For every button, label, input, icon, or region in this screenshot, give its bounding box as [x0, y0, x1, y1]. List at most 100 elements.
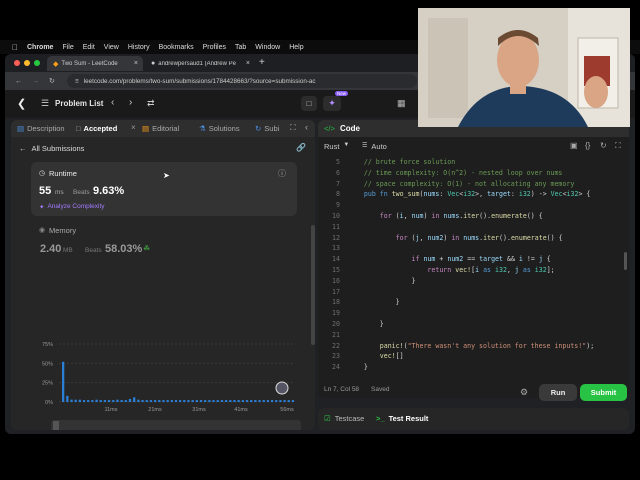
- chart-bar[interactable]: [170, 400, 173, 402]
- chart-bar[interactable]: [204, 400, 207, 402]
- browser-tab-github[interactable]: ● andrewpersaud1 (Andrew Pe ×: [145, 56, 255, 71]
- chart-bar[interactable]: [229, 400, 232, 402]
- close-tab-icon[interactable]: ×: [246, 60, 250, 67]
- close-tab-icon[interactable]: ×: [134, 60, 138, 67]
- reload-icon[interactable]: ↻: [49, 77, 55, 85]
- menu-window[interactable]: Window: [255, 44, 280, 51]
- tab-editorial[interactable]: ▤ Editorial: [142, 124, 179, 133]
- menu-history[interactable]: History: [128, 44, 150, 51]
- chart-bar[interactable]: [103, 400, 107, 402]
- code-line[interactable]: 7 // space complexity: O(1) - not alloca…: [318, 180, 623, 191]
- code-line[interactable]: 8 pub fn two_sum(nums: Vec<i32>, target:…: [318, 190, 623, 201]
- code-line[interactable]: 11: [318, 223, 623, 234]
- tab-description[interactable]: ▤ Description: [17, 124, 65, 133]
- chart-bar[interactable]: [250, 400, 253, 402]
- chart-bar[interactable]: [279, 400, 282, 402]
- code-line[interactable]: 24 }: [318, 363, 623, 374]
- chart-bar[interactable]: [166, 400, 169, 402]
- chart-bar[interactable]: [70, 399, 73, 402]
- code-area[interactable]: 5 // brute force solution 6 // time compl…: [318, 158, 629, 374]
- code-line[interactable]: 22 panic!("There wasn't any solution for…: [318, 342, 623, 353]
- chart-bar[interactable]: [149, 400, 153, 402]
- chart-bar[interactable]: [287, 400, 290, 402]
- tab-testcase[interactable]: ☑ Testcase: [324, 414, 364, 423]
- chart-bar[interactable]: [82, 400, 86, 402]
- browser-tab-leetcode[interactable]: ◆ Two Sum - LeetCode ×: [47, 56, 143, 71]
- chart-bar[interactable]: [179, 400, 182, 402]
- chart-bar[interactable]: [270, 400, 274, 402]
- user-avatar-marker[interactable]: [275, 381, 289, 395]
- code-line[interactable]: 23 vec![]: [318, 352, 623, 363]
- problem-list-link[interactable]: Problem List: [55, 99, 103, 108]
- chart-bar[interactable]: [62, 361, 65, 402]
- chart-bar[interactable]: [233, 400, 236, 402]
- menu-edit[interactable]: Edit: [83, 44, 95, 51]
- shuffle-icon[interactable]: ⇄: [147, 98, 155, 109]
- expand-panel-icon[interactable]: ⛶: [290, 123, 296, 133]
- chart-bar[interactable]: [124, 400, 127, 402]
- range-handle[interactable]: [53, 421, 59, 430]
- maximize-window-button[interactable]: [34, 60, 40, 66]
- chart-bar[interactable]: [107, 400, 111, 402]
- chart-bar[interactable]: [237, 400, 240, 402]
- left-panel-scrollbar[interactable]: [311, 225, 315, 345]
- chart-bar[interactable]: [241, 400, 244, 402]
- chart-bar[interactable]: [141, 400, 144, 402]
- chart-bar[interactable]: [266, 400, 270, 402]
- problem-list-icon[interactable]: ☰: [41, 98, 49, 109]
- chart-bar[interactable]: [245, 400, 249, 402]
- new-tab-button[interactable]: +: [259, 57, 265, 68]
- prev-problem-icon[interactable]: ‹: [111, 97, 114, 108]
- back-arrow-icon[interactable]: ←: [15, 78, 22, 85]
- chart-bar[interactable]: [262, 400, 265, 402]
- chart-bar[interactable]: [153, 400, 157, 402]
- code-line[interactable]: 9: [318, 201, 623, 212]
- tab-test-result[interactable]: >_ Test Result: [376, 414, 428, 423]
- chart-bar[interactable]: [254, 400, 257, 402]
- code-line[interactable]: 12 for (j, num2) in nums.iter().enumerat…: [318, 234, 623, 245]
- menu-file[interactable]: File: [62, 44, 73, 51]
- chart-bar[interactable]: [208, 400, 211, 402]
- menu-profiles[interactable]: Profiles: [203, 44, 226, 51]
- chart-bar[interactable]: [212, 400, 215, 402]
- code-line[interactable]: 16 }: [318, 277, 623, 288]
- chart-bar[interactable]: [199, 400, 203, 402]
- bookmark-icon[interactable]: ▣: [570, 141, 578, 150]
- tab-solutions[interactable]: ⚗ Solutions: [199, 124, 240, 133]
- layout-icon[interactable]: ▦: [397, 98, 406, 109]
- menu-tab[interactable]: Tab: [235, 44, 246, 51]
- code-line[interactable]: 10 for (i, num) in nums.iter().enumerate…: [318, 212, 623, 223]
- chart-bar[interactable]: [191, 400, 194, 402]
- chart-bar[interactable]: [133, 397, 136, 402]
- menu-app-name[interactable]: Chrome: [27, 44, 53, 51]
- chart-bar[interactable]: [128, 398, 132, 402]
- info-icon[interactable]: ⓘ: [278, 168, 286, 179]
- close-accepted-tab-icon[interactable]: ×: [131, 123, 136, 132]
- chart-bar[interactable]: [195, 400, 199, 402]
- analyze-complexity-link[interactable]: ✦ Analyze Complexity: [39, 203, 105, 211]
- code-line[interactable]: 18 }: [318, 298, 623, 309]
- code-line[interactable]: 15 return vec![i as i32, j as i32];: [318, 266, 623, 277]
- chart-bar[interactable]: [99, 400, 102, 402]
- chart-bar[interactable]: [120, 400, 123, 402]
- editor-scrollbar[interactable]: [624, 252, 627, 270]
- auto-mode[interactable]: ☰ Auto: [362, 142, 387, 151]
- forward-arrow-icon[interactable]: →: [32, 78, 39, 85]
- chart-bar[interactable]: [275, 400, 278, 402]
- code-line[interactable]: 13: [318, 244, 623, 255]
- chart-bar[interactable]: [187, 400, 190, 402]
- menu-bookmarks[interactable]: Bookmarks: [159, 44, 194, 51]
- chart-bar[interactable]: [137, 399, 140, 402]
- chart-bar[interactable]: [291, 400, 295, 402]
- chart-bar[interactable]: [158, 400, 161, 402]
- tab-submissions[interactable]: ↻ Subi: [255, 124, 279, 133]
- chart-bar[interactable]: [183, 400, 186, 402]
- chart-bar[interactable]: [116, 399, 119, 402]
- chart-bar[interactable]: [162, 400, 165, 402]
- close-window-button[interactable]: [14, 60, 20, 66]
- chart-bar[interactable]: [220, 400, 224, 402]
- notes-button[interactable]: □: [301, 96, 317, 111]
- code-line[interactable]: 5 // brute force solution: [318, 158, 623, 169]
- code-line[interactable]: 14 if num + num2 == target && i != j {: [318, 255, 623, 266]
- chart-bar[interactable]: [74, 399, 77, 402]
